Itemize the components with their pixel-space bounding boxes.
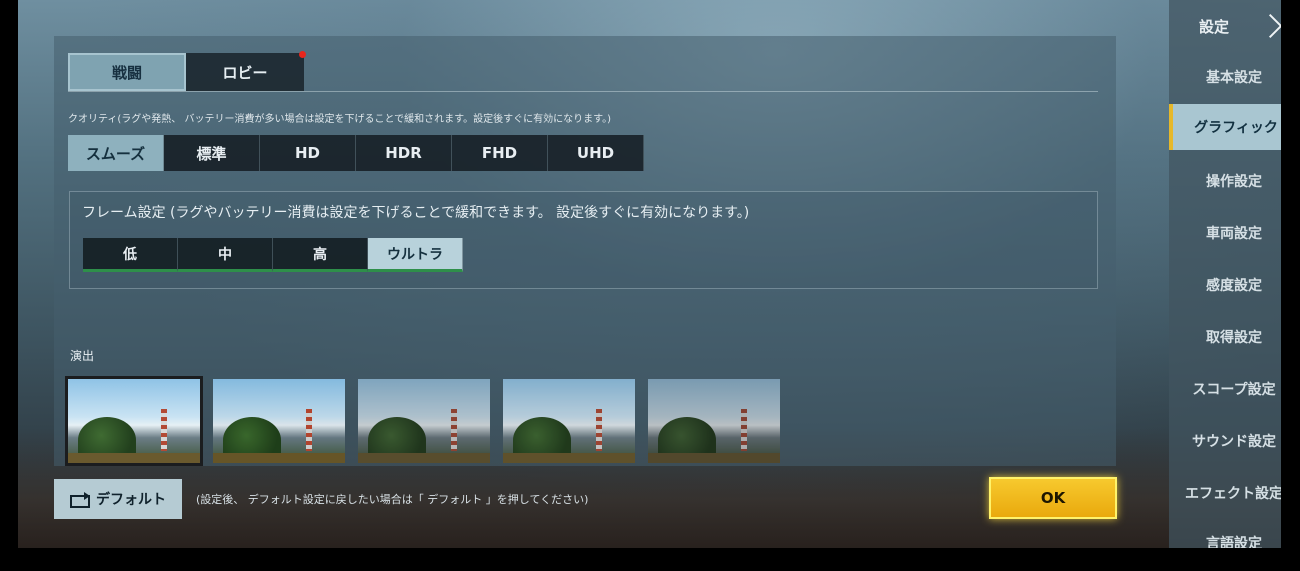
- default-button[interactable]: デフォルト: [54, 479, 182, 519]
- selection-corner: [68, 379, 72, 383]
- tab-lobby[interactable]: ロビー: [186, 51, 306, 91]
- sidebar-item-effects[interactable]: エフェクト設定: [1169, 470, 1281, 516]
- sidebar-item-pickup[interactable]: 取得設定: [1169, 314, 1281, 360]
- ok-button[interactable]: OK: [989, 477, 1117, 519]
- game-screen: 戦闘 ロビー クオリティ(ラグや発熱、 バッテリー消費が多い場合は設定を下げるこ…: [18, 0, 1281, 548]
- sidebar-item-basic[interactable]: 基本設定: [1169, 54, 1281, 100]
- ground-image: [68, 453, 200, 463]
- tower-image: [161, 409, 167, 451]
- frame-option-ultra[interactable]: ウルトラ: [368, 238, 463, 272]
- sidebar-item-graphics[interactable]: グラフィック: [1169, 104, 1281, 150]
- effect-thumbnail-1[interactable]: [65, 376, 203, 466]
- effect-label: 演出: [70, 349, 95, 363]
- ground-image: [213, 453, 345, 463]
- frame-option-medium[interactable]: 中: [178, 238, 273, 272]
- sidebar-item-label: 言語設定: [1206, 536, 1262, 548]
- sidebar-item-label: 取得設定: [1206, 330, 1262, 346]
- effect-thumbnails: [65, 376, 780, 466]
- quality-option-fhd[interactable]: FHD: [452, 135, 548, 171]
- quality-selector: スムーズ 標準 HD HDR FHD UHD: [68, 135, 644, 171]
- tab-divider: [68, 91, 1098, 92]
- sidebar-item-sensitivity[interactable]: 感度設定: [1169, 262, 1281, 308]
- default-note: (設定後、 デフォルト設定に戻したい場合は「 デフォルト 」を押してください): [196, 493, 589, 506]
- effect-thumbnail-3[interactable]: [358, 379, 490, 463]
- sidebar-item-controls[interactable]: 操作設定: [1169, 158, 1281, 204]
- frame-option-low[interactable]: 低: [83, 238, 178, 272]
- close-icon[interactable]: [1267, 12, 1281, 40]
- bottom-bar: デフォルト (設定後、 デフォルト設定に戻したい場合は「 デフォルト 」を押して…: [54, 466, 1117, 548]
- sidebar-item-label: 感度設定: [1206, 278, 1262, 294]
- ground-image: [648, 453, 780, 463]
- sidebar-item-vehicle[interactable]: 車両設定: [1169, 210, 1281, 256]
- settings-sidebar: 設定 基本設定 グラフィック 操作設定 車両設定 感度設定 取得設定 スコープ設…: [1169, 0, 1281, 548]
- tower-image: [741, 409, 747, 451]
- reset-icon: [70, 492, 90, 508]
- tower-image: [306, 409, 312, 451]
- quality-option-hd[interactable]: HD: [260, 135, 356, 171]
- tab-battle[interactable]: 戦闘: [68, 53, 186, 91]
- sidebar-item-language[interactable]: 言語設定: [1169, 520, 1281, 548]
- notification-dot: [299, 51, 306, 58]
- top-tab-bar: 戦闘 ロビー: [68, 51, 306, 91]
- effect-thumbnail-5[interactable]: [648, 379, 780, 463]
- sidebar-item-label: 操作設定: [1206, 174, 1262, 190]
- quality-option-uhd[interactable]: UHD: [548, 135, 644, 171]
- sidebar-item-label: 基本設定: [1206, 70, 1262, 86]
- quality-label: クオリティ(ラグや発熱、 バッテリー消費が多い場合は設定を下げることで緩和されま…: [68, 114, 612, 125]
- quality-option-hdr[interactable]: HDR: [356, 135, 452, 171]
- frame-selector: 低 中 高 ウルトラ: [83, 238, 463, 272]
- quality-option-standard[interactable]: 標準: [164, 135, 260, 171]
- selection-corner: [196, 379, 200, 383]
- quality-option-smooth[interactable]: スムーズ: [68, 135, 164, 171]
- frame-settings-box: フレーム設定 (ラグやバッテリー消費は設定を下げることで緩和できます。 設定後す…: [69, 191, 1098, 289]
- sidebar-item-sound[interactable]: サウンド設定: [1169, 418, 1281, 464]
- sidebar-item-scope[interactable]: スコープ設定: [1169, 366, 1281, 412]
- tab-battle-label: 戦闘: [111, 63, 142, 82]
- sidebar-item-label: サウンド設定: [1192, 434, 1276, 450]
- sidebar-title: 設定: [1199, 18, 1230, 36]
- sidebar-item-label: 車両設定: [1206, 226, 1262, 242]
- sidebar-item-label: エフェクト設定: [1185, 486, 1281, 502]
- ground-image: [503, 453, 635, 463]
- effect-thumbnail-2[interactable]: [213, 379, 345, 463]
- effect-thumbnail-4[interactable]: [503, 379, 635, 463]
- sidebar-item-label: スコープ設定: [1192, 382, 1276, 398]
- ground-image: [358, 453, 490, 463]
- tower-image: [451, 409, 457, 451]
- tab-lobby-label: ロビー: [222, 63, 268, 82]
- frame-option-high[interactable]: 高: [273, 238, 368, 272]
- tower-image: [596, 409, 602, 451]
- frame-label: フレーム設定 (ラグやバッテリー消費は設定を下げることで緩和できます。 設定後す…: [82, 205, 750, 221]
- sidebar-item-label: グラフィック: [1194, 120, 1278, 136]
- default-button-label: デフォルト: [96, 492, 166, 508]
